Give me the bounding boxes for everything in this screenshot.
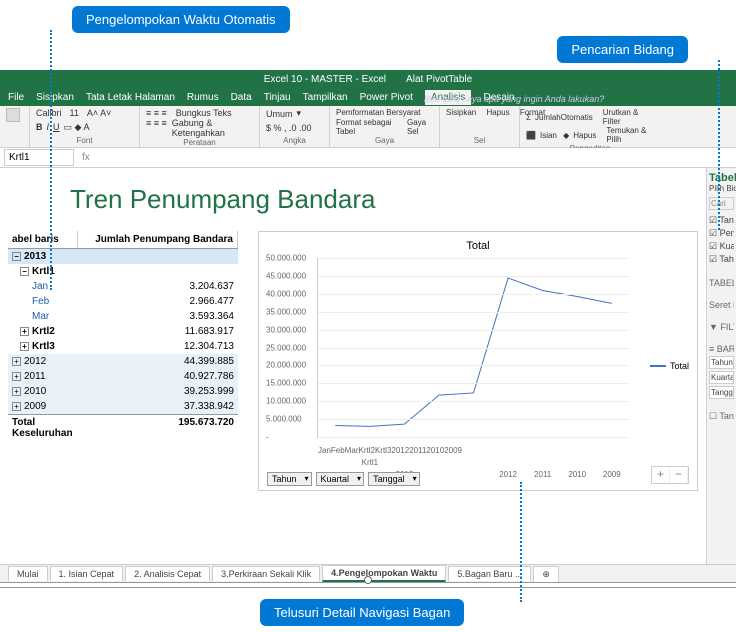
pivot-row[interactable]: Feb2.966.477 bbox=[8, 294, 238, 309]
pivot-row[interactable]: Jan3.204.637 bbox=[8, 279, 238, 294]
chart-legend: Total bbox=[650, 361, 689, 371]
tab-insert[interactable]: Sisipkan bbox=[36, 92, 74, 103]
tab-formulas[interactable]: Rumus bbox=[187, 92, 219, 103]
sheet-tab[interactable]: Mulai bbox=[8, 566, 48, 581]
pivot-row[interactable]: −Krtl1 bbox=[8, 264, 238, 279]
pivot-header-rows: abel baris bbox=[8, 231, 78, 248]
chart-filter-year[interactable]: Tahun bbox=[267, 472, 312, 486]
tab-review[interactable]: Tinjau bbox=[264, 92, 291, 103]
sheet-tab[interactable]: 3.Perkiraan Sekali Klik bbox=[212, 566, 320, 581]
pivot-row[interactable]: +201140.927.786 bbox=[8, 369, 238, 384]
chart-title: Total bbox=[267, 240, 689, 252]
pivot-row[interactable]: Mar3.593.364 bbox=[8, 309, 238, 324]
drill-down-button[interactable]: + bbox=[652, 467, 670, 483]
field-search-input[interactable]: Cari bbox=[709, 197, 734, 210]
pivot-chart[interactable]: Total -5.000.00010.000.00015.000.00020.0… bbox=[258, 231, 698, 491]
pivot-total-label: Total Keseluruhan bbox=[8, 415, 98, 441]
number-format[interactable]: Umum bbox=[266, 109, 293, 119]
pivot-table[interactable]: abel baris Jumlah Penumpang Bandara −201… bbox=[8, 231, 238, 491]
tab-view[interactable]: Tampilkan bbox=[303, 92, 348, 103]
field-kuartal[interactable]: ☑ Kuartal bbox=[709, 240, 734, 253]
font-name[interactable]: Calibri bbox=[36, 108, 62, 118]
insert-cells[interactable]: Sisipkan bbox=[446, 108, 476, 117]
pivot-row[interactable]: −2013 bbox=[8, 249, 238, 264]
pivot-row[interactable]: +Krtl312.304.713 bbox=[8, 339, 238, 354]
tab-powerpivot[interactable]: Power Pivot bbox=[360, 92, 413, 103]
callout-line bbox=[520, 482, 522, 602]
chart-filter-quarter[interactable]: Kuartal bbox=[316, 472, 365, 486]
pivot-row[interactable]: +201244.399.885 bbox=[8, 354, 238, 369]
drill-buttons: + − bbox=[651, 466, 689, 484]
callout-drill: Telusuri Detail Navigasi Bagan bbox=[260, 599, 464, 626]
chart-plot: -5.000.00010.000.00015.000.00020.000.000… bbox=[317, 258, 629, 438]
wrap-text[interactable]: Bungkus Teks bbox=[176, 108, 232, 118]
sheet-tab[interactable]: 2. Analisis Cepat bbox=[125, 566, 210, 581]
sheet-tab-active[interactable]: 4.Pengelompokan Waktu bbox=[322, 565, 446, 582]
find-select[interactable]: Temukan & Pilih bbox=[606, 126, 654, 144]
tab-data[interactable]: Data bbox=[231, 92, 252, 103]
tab-file[interactable]: File bbox=[8, 92, 24, 103]
pivot-total-value: 195.673.720 bbox=[98, 415, 238, 441]
drill-up-button[interactable]: − bbox=[670, 467, 688, 483]
name-box[interactable]: Krtl1 bbox=[4, 149, 74, 166]
callout-line bbox=[50, 30, 52, 290]
callout-time-grouping: Pengelompokan Waktu Otomatis bbox=[72, 6, 290, 33]
field-tanggal[interactable]: ☑ Tanggal bbox=[709, 214, 734, 227]
rows-drop-tanggal[interactable]: Tanggal bbox=[709, 386, 734, 399]
field-tahun[interactable]: ☑ Tahun bbox=[709, 253, 734, 266]
chart-filter-date[interactable]: Tanggal bbox=[368, 472, 420, 486]
callout-field-search: Pencarian Bidang bbox=[557, 36, 688, 63]
titlebar: Excel 10 - MASTER - Excel Alat PivotTabl… bbox=[0, 70, 736, 88]
legend-line-icon bbox=[650, 365, 666, 367]
tell-me[interactable]: Beri tahu saya apa yang ingin Anda lakuk… bbox=[420, 90, 608, 108]
paste-icon[interactable] bbox=[6, 108, 20, 122]
autosum[interactable]: JumlahOtomatis bbox=[535, 113, 593, 122]
defer-layout[interactable]: Tangguhkan bbox=[719, 411, 734, 421]
cell-styles[interactable]: Gaya Sel bbox=[407, 118, 433, 136]
pivot-tools: Alat PivotTable bbox=[406, 74, 472, 85]
zoom-slider-handle[interactable] bbox=[364, 576, 372, 584]
fill[interactable]: Isian bbox=[540, 131, 557, 140]
tab-layout[interactable]: Tata Letak Halaman bbox=[86, 92, 175, 103]
pivot-row[interactable]: +200937.338.942 bbox=[8, 399, 238, 414]
worksheet: Tren Penumpang Bandara abel baris Jumlah… bbox=[0, 168, 706, 564]
callout-line bbox=[718, 60, 720, 230]
app-title: Excel 10 - MASTER - Excel bbox=[264, 74, 386, 85]
sort-filter[interactable]: Urutkan & Filter bbox=[603, 108, 654, 126]
sheet-tab[interactable]: 1. Isian Cepat bbox=[50, 566, 124, 581]
more-tables[interactable]: TABEL LAINNYA bbox=[709, 278, 734, 288]
pivot-field-pane: Tabel Pivot Pilih Bidang untuk Cari ☑ Ta… bbox=[706, 168, 736, 564]
clear[interactable]: Hapus bbox=[573, 131, 596, 140]
ribbon-tabs: File Sisipkan Tata Letak Halaman Rumus D… bbox=[0, 88, 736, 106]
pivot-header-values: Jumlah Penumpang Bandara bbox=[78, 231, 238, 248]
ribbon: Calibri 11 A˄ A˅ B I U ▭ ◆ A Font ≡ ≡ ≡ … bbox=[0, 106, 736, 148]
fieldpane-title: Tabel Pivot bbox=[709, 172, 734, 184]
merge-center[interactable]: Gabung & Ketengahkan bbox=[172, 118, 253, 138]
delete-cells[interactable]: Hapus bbox=[486, 108, 509, 117]
rows-drop-tahun[interactable]: Tahun bbox=[709, 356, 734, 369]
pivot-row[interactable]: +Krtl211.683.917 bbox=[8, 324, 238, 339]
format-table[interactable]: Format sebagai Tabel bbox=[336, 118, 397, 136]
sheet-tab[interactable]: 5.Bagan Baru ... bbox=[448, 566, 531, 581]
rows-drop-kuartal[interactable]: Kuartal bbox=[709, 371, 734, 384]
font-size[interactable]: 11 bbox=[70, 108, 79, 118]
pivot-row[interactable]: +201039.253.999 bbox=[8, 384, 238, 399]
field-penumpang[interactable]: ☑ Penumpang bbox=[709, 227, 734, 240]
new-sheet-button[interactable]: ⊕ bbox=[533, 566, 559, 582]
formula-bar: Krtl1 fx bbox=[0, 148, 736, 168]
page-title: Tren Penumpang Bandara bbox=[0, 168, 706, 231]
cond-format[interactable]: Pemformatan Bersyarat bbox=[336, 108, 420, 117]
